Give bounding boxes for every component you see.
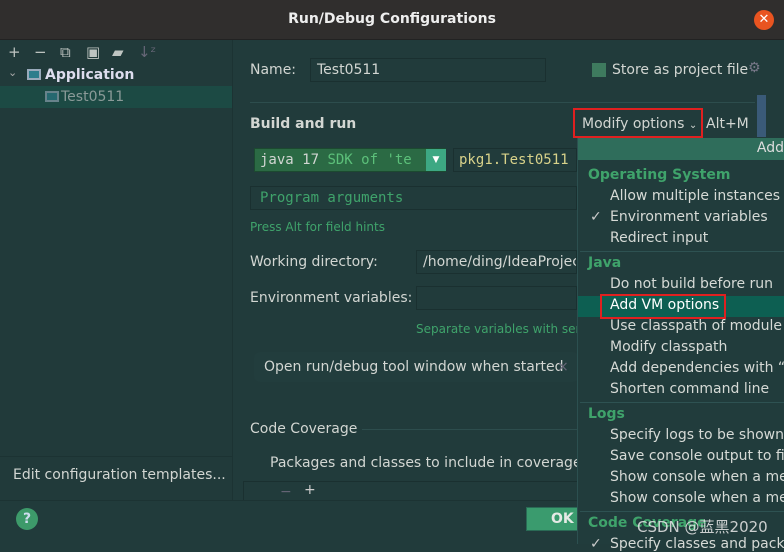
env-label: Environment variables:	[250, 290, 413, 306]
application-icon	[27, 69, 41, 80]
folder-add-icon[interactable]: ▰	[112, 43, 124, 61]
edit-templates-link[interactable]: Edit configuration templates...	[13, 467, 226, 483]
main-class-value: pkg1.Test0511	[459, 152, 569, 168]
store-checkbox[interactable]	[592, 63, 606, 77]
window-title: Run/Debug Configurations	[288, 11, 496, 27]
application-icon	[45, 91, 59, 102]
highlight-box	[573, 108, 703, 138]
shortcut-hint: Alt+M	[706, 116, 749, 132]
main-class-input[interactable]: pkg1.Test0511	[453, 148, 577, 172]
menu-item[interactable]: Use classpath of module	[610, 318, 782, 334]
check-icon: ✓	[590, 209, 602, 225]
packages-list	[243, 481, 579, 501]
menu-group-title: Logs	[588, 406, 625, 422]
menu-item[interactable]: Allow multiple instances	[610, 188, 780, 204]
remove-option-icon[interactable]: ×	[557, 359, 569, 375]
workdir-input[interactable]: /home/ding/IdeaProjec	[416, 250, 577, 274]
help-icon[interactable]: ?	[16, 508, 38, 530]
menu-item[interactable]: Show console when a mess	[610, 469, 784, 485]
jdk-dropdown[interactable]: java 17 SDK of 'te	[254, 148, 446, 172]
menu-item[interactable]: Modify classpath	[610, 339, 727, 355]
highlight-box	[600, 294, 726, 319]
gear-icon[interactable]: ⚙	[748, 60, 761, 76]
ok-label: OK	[551, 511, 574, 527]
save-icon[interactable]: ▣	[86, 43, 100, 61]
env-input[interactable]	[416, 286, 577, 310]
plus-icon[interactable]: +	[8, 43, 21, 61]
workdir-label: Working directory:	[250, 254, 378, 270]
tree-item-test0511[interactable]: Test0511	[61, 89, 124, 105]
check-icon: ✓	[590, 536, 602, 552]
tree-group-application[interactable]: Application	[45, 67, 134, 83]
menu-item[interactable]: Redirect input	[610, 230, 708, 246]
program-arguments-placeholder: Program arguments	[260, 190, 404, 206]
menu-item[interactable]: Shorten command line	[610, 381, 769, 397]
scrollbar[interactable]	[757, 95, 766, 137]
jdk-desc: SDK of 'te	[319, 152, 412, 168]
name-input[interactable]: Test0511	[310, 58, 546, 82]
close-button[interactable]: ✕	[754, 10, 774, 30]
menu-group-title: Java	[588, 255, 622, 271]
workdir-value: /home/ding/IdeaProjec	[423, 254, 577, 270]
section-build-and-run: Build and run	[250, 116, 357, 132]
divider	[250, 102, 755, 103]
minus-icon[interactable]: −	[34, 43, 47, 61]
field-hint: Press Alt for field hints	[250, 220, 385, 234]
divider	[362, 429, 578, 430]
menu-item[interactable]: Do not build before run	[610, 276, 773, 292]
menu-divider	[580, 402, 784, 403]
divider	[0, 456, 232, 457]
name-value: Test0511	[317, 62, 381, 78]
section-code-coverage: Code Coverage	[250, 421, 358, 437]
menu-item[interactable]: Specify logs to be shown i	[610, 427, 784, 443]
packages-label: Packages and classes to include in cover…	[270, 455, 604, 471]
sidebar	[0, 40, 233, 500]
menu-header: Add	[578, 138, 784, 160]
chevron-down-icon[interactable]: ⌄	[8, 66, 17, 79]
menu-item[interactable]: Save console output to file	[610, 448, 784, 464]
menu-divider	[580, 251, 784, 252]
store-label: Store as project file	[612, 62, 749, 78]
copy-icon[interactable]: ⧉	[60, 43, 71, 61]
plus-icon[interactable]: +	[304, 482, 316, 498]
menu-item[interactable]: Environment variables	[610, 209, 768, 225]
open-tool-window-option: Open run/debug tool window when started	[264, 359, 564, 375]
watermark: CSDN @蓝黑2020	[637, 518, 768, 536]
jdk-name: java 17	[260, 152, 320, 168]
menu-item[interactable]: Show console when a mess	[610, 490, 784, 506]
caret-down-icon[interactable]: ▼	[426, 149, 446, 171]
sort-icon[interactable]: ↓ᶻ	[138, 43, 156, 61]
menu-group-title: Operating System	[588, 167, 731, 183]
env-hint: Separate variables with semi	[416, 322, 591, 336]
menu-divider	[580, 511, 784, 512]
menu-header-label: Add	[756, 140, 784, 156]
menu-item[interactable]: Add dependencies with “p	[610, 360, 784, 376]
minus-icon[interactable]: −	[280, 484, 292, 500]
program-arguments-input[interactable]: Program arguments	[250, 186, 577, 210]
menu-item[interactable]: Specify classes and packa	[610, 536, 784, 552]
name-label: Name:	[250, 62, 297, 78]
